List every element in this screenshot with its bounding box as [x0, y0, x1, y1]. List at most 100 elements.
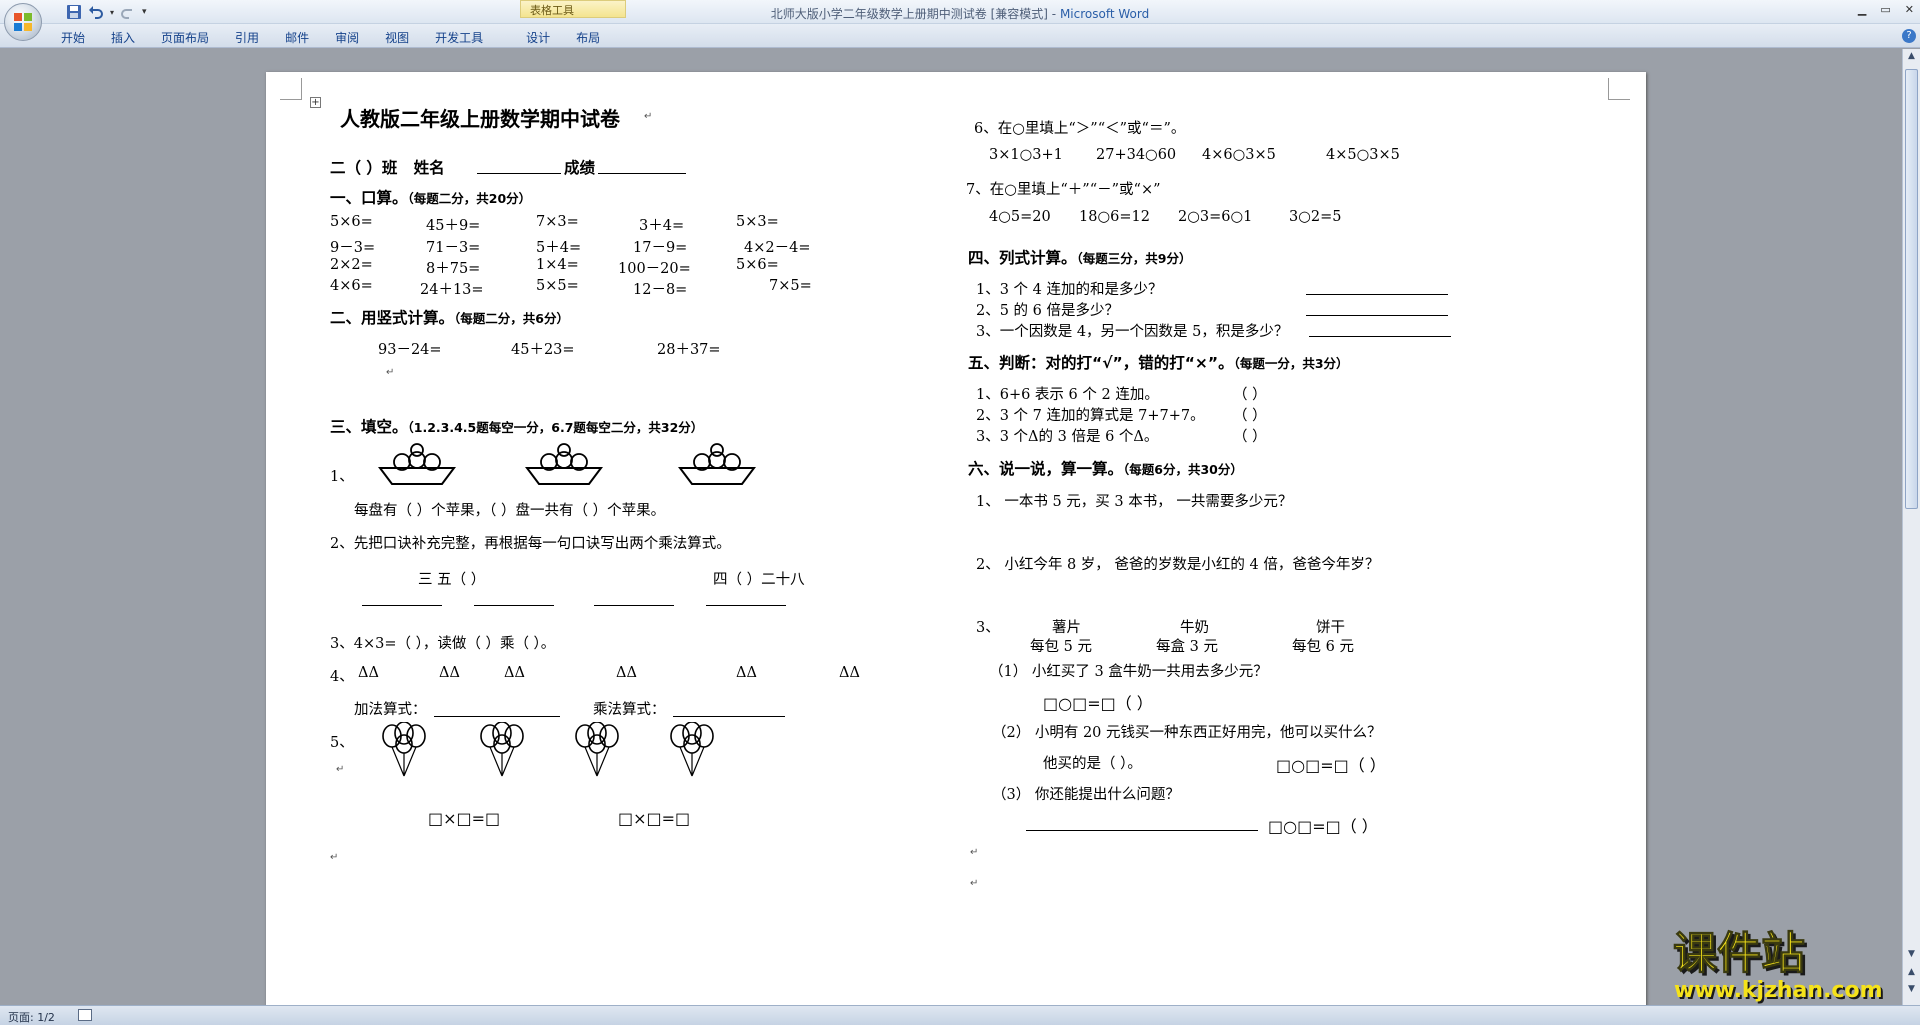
tab-table-design[interactable]: 设计: [496, 30, 563, 46]
minimize-icon[interactable]: ▁: [1858, 3, 1866, 16]
story-q3-sub2-answer: 他买的是（ ）。: [1043, 756, 1142, 772]
section-5-heading: 五、判断：对的打“√”，错的打“×”。（每题一分，共3分）: [968, 354, 1349, 372]
vertical-calc-2: 45＋23=: [511, 342, 575, 358]
judge-paren: （ ）: [1233, 408, 1267, 424]
tab-table-layout[interactable]: 布局: [563, 30, 613, 46]
paragraph-mark: ↵: [330, 852, 339, 863]
story-q3-sub1-formula: □○□=□（ ）: [1043, 694, 1153, 713]
story-q3-sub3-formula: □○□=□（ ）: [1268, 817, 1378, 836]
fill-q5-formula-2: □×□=□: [618, 809, 691, 828]
tab-mailings[interactable]: 邮件: [272, 30, 322, 46]
fill-q1-number: 1、: [330, 469, 354, 485]
goods-name: 薯片: [1052, 620, 1081, 636]
document-workspace: + 人教版二年级上册数学期中试卷 ↵ 二（ ）班 姓名 成绩 一、口算。（每题二…: [0, 49, 1902, 1025]
operator-item: 18○6=12: [1079, 209, 1150, 225]
tab-home[interactable]: 开始: [48, 30, 98, 46]
goods-price: 每包 6 元: [1292, 639, 1354, 655]
balloons-icon: [575, 722, 619, 777]
fill-q5-formula-1: □×□=□: [428, 809, 501, 828]
compare-heading: 6、在○里填上“＞”“＜”或“＝”。: [974, 121, 1186, 137]
answer-blank: [706, 605, 786, 606]
section-4-heading: 四、列式计算。（每题三分，共9分）: [968, 249, 1192, 267]
scroll-up-icon[interactable]: ▲: [1905, 51, 1918, 65]
fill-q4-number: 4、: [330, 669, 354, 685]
goods-price: 每盒 3 元: [1156, 639, 1218, 655]
apple-plate-icon: [678, 443, 756, 485]
story-q3-sub1: （1） 小红买了 3 盒牛奶一共用去多少元？: [989, 664, 1268, 680]
tab-review[interactable]: 审阅: [322, 30, 372, 46]
paragraph-mark: ↵: [644, 111, 653, 122]
vertical-calc-1: 93－24=: [378, 342, 442, 358]
score-blank: [598, 173, 686, 174]
proofing-icon[interactable]: [78, 1009, 92, 1021]
compare-item: 4×5○3×5: [1326, 147, 1400, 163]
office-button[interactable]: [4, 3, 42, 41]
maximize-icon[interactable]: ▭: [1880, 3, 1890, 16]
ribbon: 开始 插入 页面布局 引用 邮件 审阅 视图 开发工具 设计 布局 ?: [0, 24, 1920, 48]
window-title: 北师大版小学二年级数学上册期中测试卷 [兼容模式] - Microsoft Wo…: [770, 7, 1150, 21]
tab-references[interactable]: 引用: [222, 30, 272, 46]
crop-mark-top-left: [280, 78, 302, 100]
window-controls: ▁ ▭ ✕: [1858, 3, 1914, 16]
balloons-icon: [670, 722, 714, 777]
paragraph-mark: ↵: [386, 367, 395, 378]
triangle-group: ΔΔ: [439, 665, 460, 681]
svg-text:课件站: 课件站: [1673, 928, 1805, 979]
judge-item: 2、3 个 7 连加的算式是 7+7+7。: [976, 408, 1205, 424]
answer-blank: [362, 605, 442, 606]
paragraph-mark: ↵: [336, 764, 345, 775]
document-page[interactable]: + 人教版二年级上册数学期中试卷 ↵ 二（ ）班 姓名 成绩 一、口算。（每题二…: [266, 72, 1646, 1025]
operator-heading: 7、在○里填上“＋”“－”或“×”: [966, 182, 1161, 198]
list-calc-item: 2、5 的 6 倍是多少？: [976, 303, 1120, 319]
title-bar: ▾ ▾ 表格工具 北师大版小学二年级数学上册期中测试卷 [兼容模式] - Mic…: [0, 0, 1920, 24]
tab-view[interactable]: 视图: [372, 30, 422, 46]
judge-paren: （ ）: [1233, 429, 1267, 445]
fill-q2-rhyme-b: 四（ ）二十八: [713, 572, 805, 588]
story-q3-number: 3、: [976, 620, 1000, 636]
page-indicator[interactable]: 页面: 1/2: [8, 1009, 55, 1025]
apple-plate-icon: [378, 443, 456, 485]
story-q1: 1、 一本书 5 元，买 3 本书， 一共需要多少元？: [976, 494, 1293, 510]
fill-q2-text: 2、先把口诀补充完整，再根据每一句口诀写出两个乘法算式。: [330, 536, 731, 552]
answer-blank: [1306, 315, 1448, 316]
judge-item: 1、6+6 表示 6 个 2 连加。: [976, 387, 1159, 403]
answer-blank: [1309, 336, 1451, 337]
triangle-group: ΔΔ: [839, 665, 860, 681]
compare-item: 27+34○60: [1096, 147, 1177, 163]
close-icon[interactable]: ✕: [1905, 3, 1914, 16]
triangle-group: ΔΔ: [736, 665, 757, 681]
operator-item: 3○2=5: [1289, 209, 1342, 225]
table-move-handle-icon[interactable]: +: [310, 97, 321, 108]
paragraph-mark: ↵: [970, 847, 979, 858]
tab-insert[interactable]: 插入: [98, 30, 148, 46]
fill-q2-rhyme-a: 三 五（ ）: [418, 572, 486, 588]
list-calc-item: 3、一个因数是 4，另一个因数是 5，积是多少？: [976, 324, 1289, 340]
vertical-calc-3: 28＋37=: [657, 342, 721, 358]
compare-item: 4×6○3×5: [1202, 147, 1276, 163]
judge-paren: （ ）: [1233, 387, 1267, 403]
class-info: 二（ ）班 姓名: [330, 159, 445, 177]
answer-blank: [1306, 294, 1448, 295]
goods-price: 每包 5 元: [1030, 639, 1092, 655]
fill-q5-number: 5、: [330, 735, 354, 751]
goods-name: 牛奶: [1180, 620, 1209, 636]
status-bar: 页面: 1/2: [0, 1005, 1920, 1025]
compare-item: 3×1○3+1: [989, 147, 1063, 163]
watermark-logo: 课件站 课件站 www.kjzhan.com www.kjzhan.com: [1670, 925, 1910, 1006]
doc-title: 人教版二年级上册数学期中试卷: [340, 107, 620, 131]
answer-blank: [474, 605, 554, 606]
crop-mark-top-right: [1608, 78, 1630, 100]
vertical-scrollbar[interactable]: ▲ ▼ ▲ ▼: [1902, 49, 1920, 1005]
section-1-heading: 一、口算。（每题二分，共20分）: [330, 189, 532, 207]
office-logo-icon: [14, 13, 32, 31]
paragraph-mark: ↵: [970, 878, 979, 889]
help-icon[interactable]: ?: [1902, 29, 1916, 43]
story-q3-sub3: （3） 你还能提出什么问题？: [992, 787, 1180, 803]
answer-blank: [673, 716, 785, 717]
addition-formula-label: 加法算式：: [354, 702, 427, 718]
tab-developer[interactable]: 开发工具: [422, 30, 496, 46]
fill-q1-text: 每盘有（ ）个苹果，（ ）盘一共有（ ）个苹果。: [354, 503, 666, 519]
scrollbar-thumb[interactable]: [1905, 69, 1918, 509]
triangle-group: ΔΔ: [358, 665, 379, 681]
tab-page-layout[interactable]: 页面布局: [148, 30, 222, 46]
